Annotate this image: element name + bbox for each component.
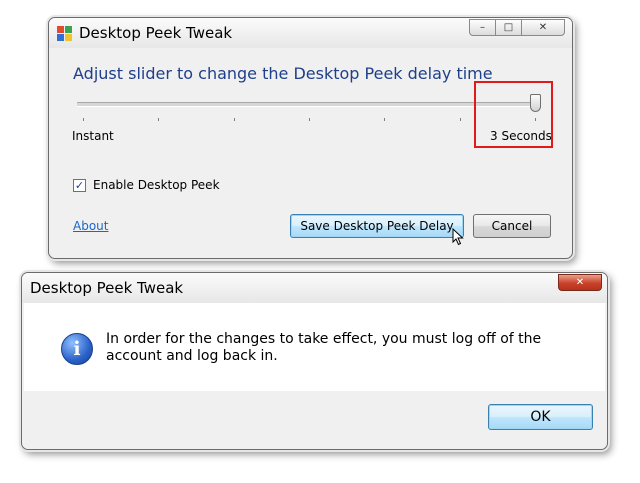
message-content-area: i In order for the changes to take effec… [24, 303, 605, 391]
about-link[interactable]: About [73, 219, 108, 233]
mouse-cursor-icon [452, 228, 464, 246]
slider-tick [459, 118, 461, 121]
window-title: Desktop Peek Tweak [79, 24, 233, 42]
message-title: Desktop Peek Tweak [30, 279, 184, 297]
close-button[interactable]: ✕ [558, 274, 602, 291]
slider-tick [384, 118, 386, 121]
title-bar[interactable]: Desktop Peek Tweak – □ ✕ [49, 18, 572, 48]
slider-tick [309, 118, 310, 121]
minimize-button[interactable]: – [469, 19, 496, 36]
desktop-peek-tweak-window: Desktop Peek Tweak – □ ✕ Adjust slider t… [48, 17, 573, 259]
message-box-window: Desktop Peek Tweak ✕ i In order for the … [21, 272, 608, 450]
ok-button[interactable]: OK [488, 404, 593, 430]
slider-tick [158, 118, 160, 121]
slider-tick [233, 118, 235, 121]
slider-min-label: Instant [72, 129, 114, 143]
cancel-button[interactable]: Cancel [473, 214, 551, 238]
close-button[interactable]: ✕ [521, 19, 565, 36]
maximize-button[interactable]: □ [495, 19, 522, 36]
save-desktop-peek-delay-button[interactable]: Save Desktop Peek Delay [290, 214, 464, 238]
slider-tick [83, 118, 84, 121]
enable-desktop-peek-checkbox[interactable]: ✓ [73, 178, 86, 192]
highlight-annotation-box [474, 81, 553, 148]
info-icon: i [61, 333, 93, 365]
instruction-text: Adjust slider to change the Desktop Peek… [73, 64, 493, 83]
enable-desktop-peek-row[interactable]: ✓ Enable Desktop Peek [73, 178, 220, 192]
delay-slider-track[interactable] [77, 102, 539, 107]
app-icon [57, 26, 72, 41]
message-title-bar[interactable]: Desktop Peek Tweak ✕ [22, 273, 607, 303]
message-text: In order for the changes to take effect,… [106, 331, 542, 364]
enable-desktop-peek-label[interactable]: Enable Desktop Peek [93, 178, 220, 192]
